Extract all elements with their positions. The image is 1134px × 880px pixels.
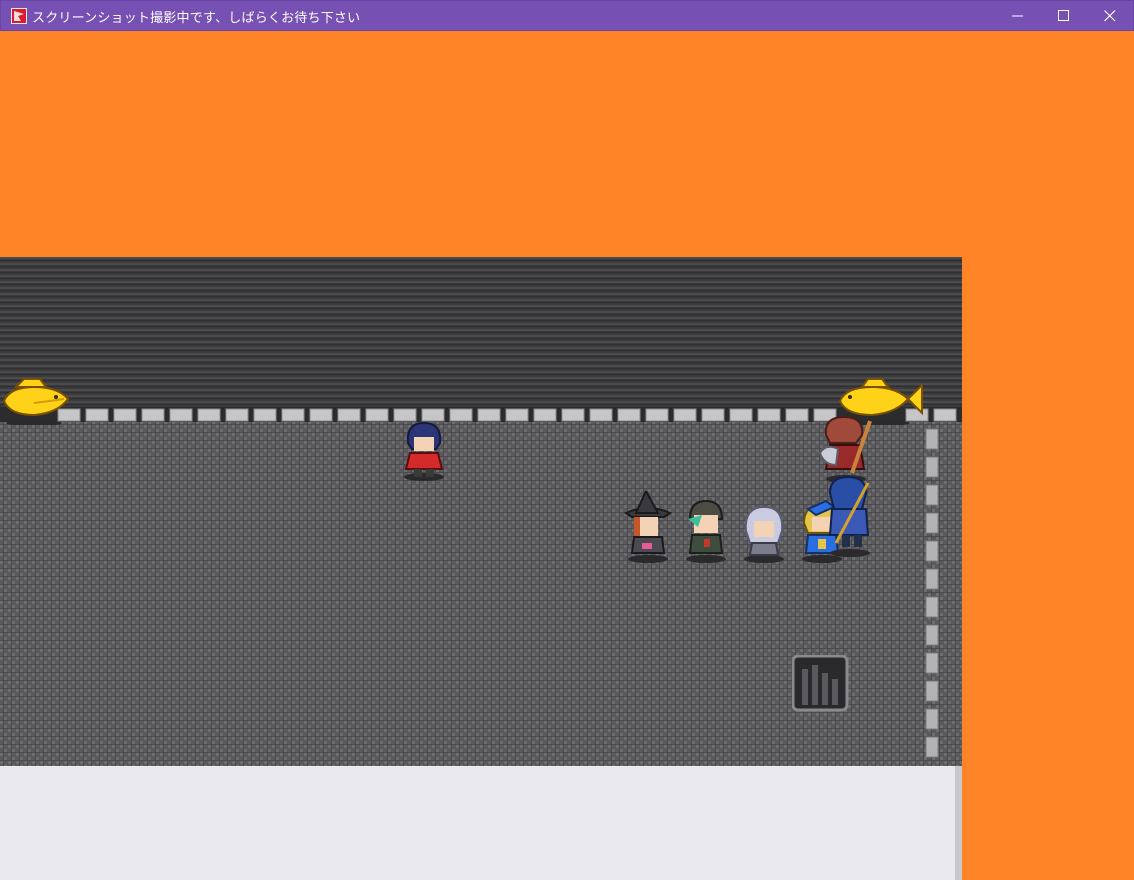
close-icon	[1104, 10, 1116, 22]
party-silver-hair[interactable]	[738, 503, 790, 563]
close-button[interactable]	[1087, 1, 1133, 31]
fish-statue-left[interactable]	[0, 373, 72, 425]
floor-grate[interactable]	[792, 655, 850, 713]
party-green-hair[interactable]	[680, 497, 732, 563]
party-witch[interactable]	[622, 491, 674, 563]
maximize-icon	[1058, 10, 1069, 21]
guard-spear[interactable]	[822, 473, 878, 557]
game-client-area[interactable]	[0, 31, 1134, 880]
minimize-button[interactable]	[995, 1, 1041, 31]
window-title: スクリーンショット撮影中です、しばらくお待ち下さい	[32, 11, 361, 26]
app-icon	[11, 8, 27, 24]
npc-red-jacket[interactable]	[398, 419, 450, 481]
message-window[interactable]	[0, 766, 962, 880]
game-map[interactable]	[0, 257, 962, 766]
minimize-icon	[1012, 15, 1023, 17]
title-bar[interactable]: スクリーンショット撮影中です、しばらくお待ち下さい	[0, 0, 1134, 31]
maximize-button[interactable]	[1041, 1, 1087, 31]
